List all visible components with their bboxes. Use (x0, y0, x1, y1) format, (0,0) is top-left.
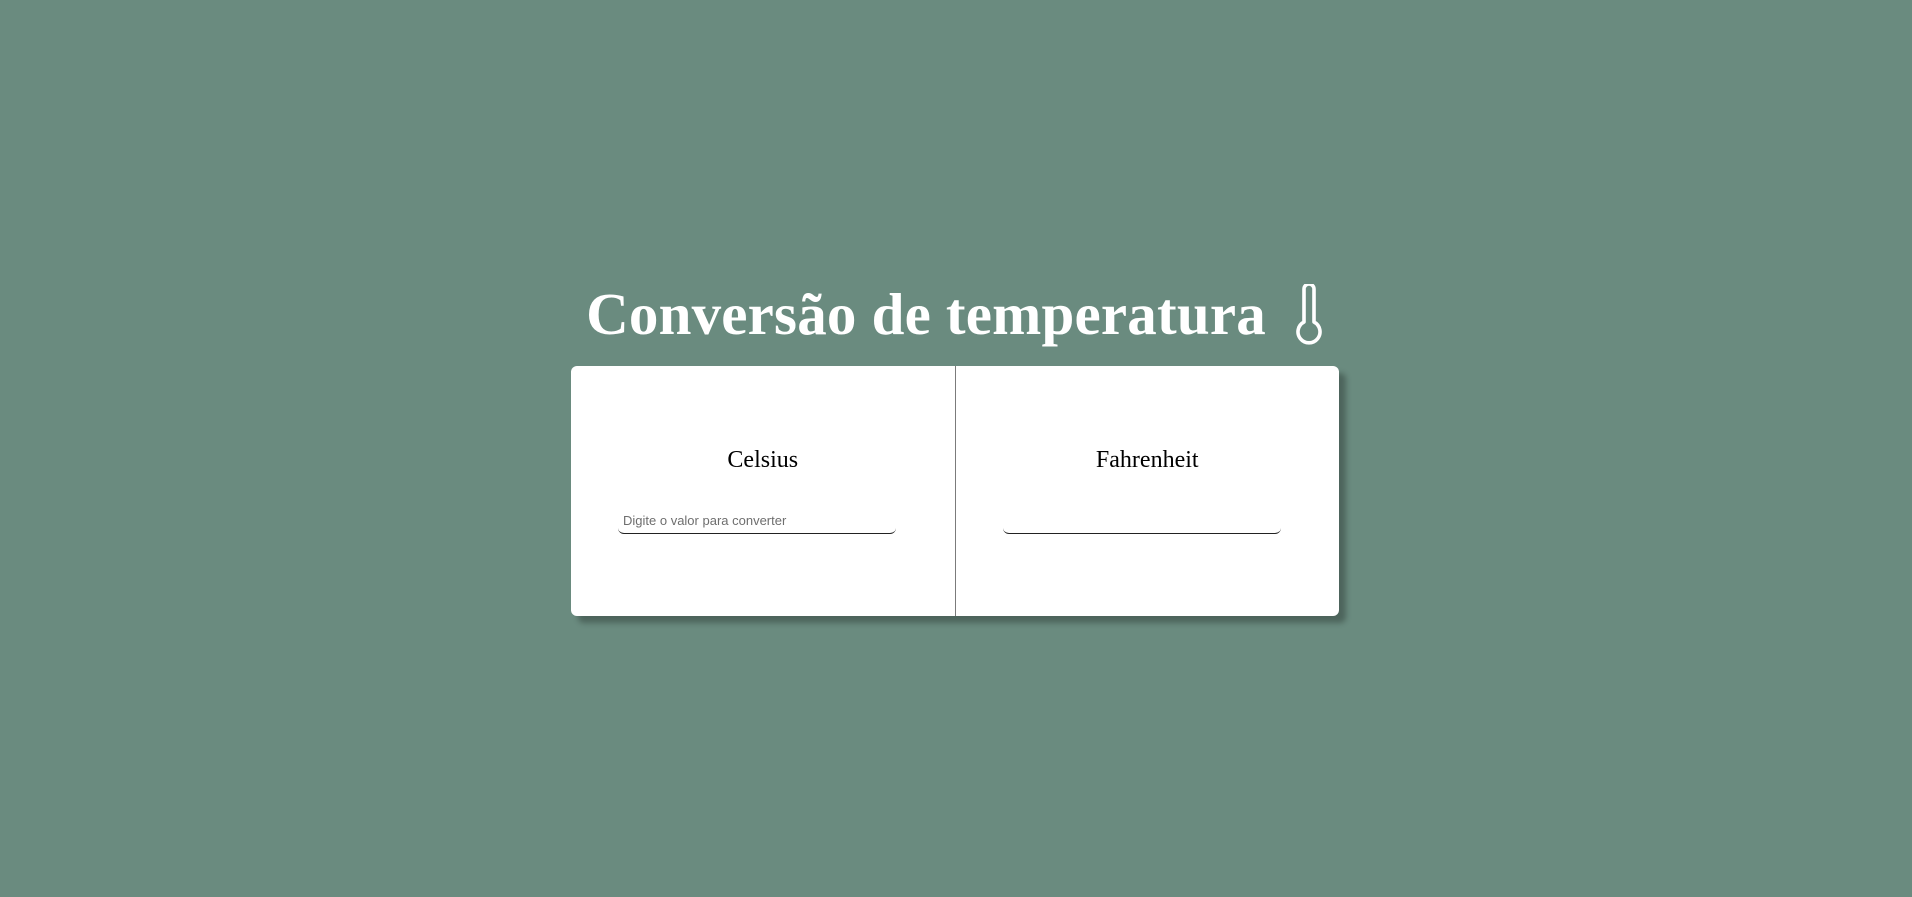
fahrenheit-panel: Fahrenheit (956, 366, 1340, 616)
thermometer-icon (1292, 282, 1326, 346)
header: Conversão de temperatura (0, 276, 1912, 352)
converter-card: Celsius Fahrenheit (571, 366, 1339, 616)
celsius-label: Celsius (727, 447, 799, 473)
fahrenheit-label: Fahrenheit (1095, 447, 1199, 473)
fahrenheit-input[interactable] (1002, 508, 1281, 534)
celsius-panel: Celsius (571, 366, 955, 616)
celsius-input[interactable] (618, 508, 896, 534)
page-title: Conversão de temperatura (586, 281, 1266, 347)
page: Conversão de temperatura Celsius Fahrenh… (0, 0, 1912, 897)
